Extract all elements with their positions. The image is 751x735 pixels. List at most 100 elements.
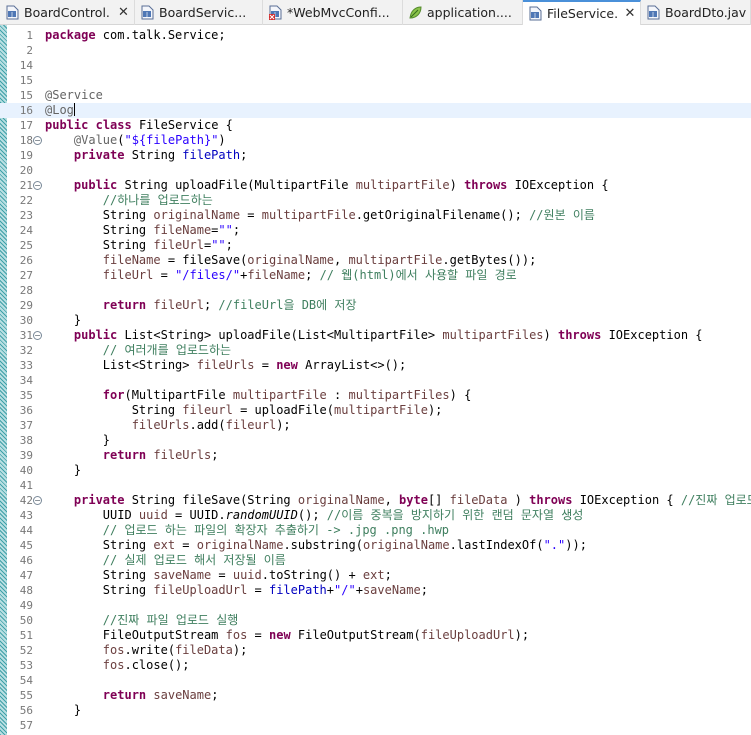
- code-line[interactable]: 42− private String fileSave(String origi…: [0, 493, 751, 508]
- code-token: com.talk.Service;: [95, 28, 226, 42]
- tab-5[interactable]: J FileService.... ✕: [523, 0, 641, 25]
- code-line[interactable]: 23 String originalName = multipartFile.g…: [0, 208, 751, 223]
- properties-leaf-icon: [409, 5, 422, 20]
- code-line[interactable]: 26 fileName = fileSave(originalName, mul…: [0, 253, 751, 268]
- tab-1[interactable]: J BoardControl... ✕: [0, 0, 135, 25]
- code-line[interactable]: 21− public String uploadFile(MultipartFi…: [0, 178, 751, 193]
- code-token: saveName: [362, 583, 421, 597]
- code-line[interactable]: 48 String fileUploadUrl = filePath+"/"+s…: [0, 583, 751, 598]
- code-token: multipartFiles: [348, 388, 450, 402]
- code-line[interactable]: 44 // 업로드 하는 파일의 확장자 추출하기 -> .jpg .png .…: [0, 523, 751, 538]
- code-line[interactable]: 41: [0, 478, 751, 493]
- code-line[interactable]: 45 String ext = originalName.substring(o…: [0, 538, 751, 553]
- code-line[interactable]: 49: [0, 598, 751, 613]
- code-line[interactable]: 37 fileUrls.add(fileurl);: [0, 418, 751, 433]
- code-line[interactable]: 39 return fileUrls;: [0, 448, 751, 463]
- code-line[interactable]: 28: [0, 283, 751, 298]
- fold-collapse-icon[interactable]: −: [33, 136, 42, 145]
- code-line[interactable]: 17 public class FileService {: [0, 118, 751, 133]
- code-token: = uploadFile(: [232, 403, 335, 417]
- code-token: fileUrl: [153, 238, 204, 252]
- code-line[interactable]: 33 List<String> fileUrls = new ArrayList…: [0, 358, 751, 373]
- code-editor[interactable]: 1 package com.talk.Service; 2 14 15 15 @Servic…: [0, 25, 751, 735]
- code-line[interactable]: 27 fileUrl = "/files/"+fileName; // 웹(ht…: [0, 268, 751, 283]
- code-token: //진짜 파일 업로드 실행: [102, 613, 239, 627]
- line-number: 32: [19, 344, 33, 357]
- code-line[interactable]: 18− @Value("${filePath}"): [0, 133, 751, 148]
- fold-collapse-icon[interactable]: −: [33, 331, 42, 340]
- code-token: String: [45, 568, 154, 582]
- code-token: );: [232, 643, 248, 657]
- code-token: =: [254, 358, 277, 372]
- code-line[interactable]: 56 }: [0, 703, 751, 718]
- code-line[interactable]: 36 String fileurl = uploadFile(multipart…: [0, 403, 751, 418]
- code-text: }: [45, 313, 81, 328]
- code-text: return saveName;: [45, 688, 219, 703]
- code-line[interactable]: 57: [0, 718, 751, 733]
- close-icon[interactable]: ✕: [117, 5, 130, 20]
- code-token: ArrayList<>();: [297, 358, 407, 372]
- code-line[interactable]: 43 UUID uuid = UUID.randomUUID(); //이름 중…: [0, 508, 751, 523]
- code-line[interactable]: 47 String saveName = uuid.toString() + e…: [0, 568, 751, 583]
- code-line[interactable]: 32 // 여러개를 업로드하는: [0, 343, 751, 358]
- code-line[interactable]: 46 // 실제 업로드 해서 저장될 이름: [0, 553, 751, 568]
- code-text: fileName = fileSave(originalName, multip…: [45, 253, 537, 268]
- code-line[interactable]: 29 return fileUrl; //fileUrl을 DB에 저장: [0, 298, 751, 313]
- code-line[interactable]: 25 String fileUrl="";: [0, 238, 751, 253]
- code-line[interactable]: 31− public List<String> uploadFile(List<…: [0, 328, 751, 343]
- code-token: fileName: [247, 268, 306, 282]
- code-line[interactable]: 40 }: [0, 463, 751, 478]
- code-token: ".": [543, 538, 566, 552]
- line-number: 23: [19, 209, 33, 222]
- code-line[interactable]: 35 for(MultipartFile multipartFile : mul…: [0, 388, 751, 403]
- code-token: // 웹(html)에서 사용할 파일 경로: [319, 268, 517, 282]
- code-token: .close();: [124, 658, 190, 672]
- code-line[interactable]: 38 }: [0, 433, 751, 448]
- svg-text:J: J: [10, 12, 13, 19]
- code-token: "${filePath}": [124, 133, 219, 147]
- code-line[interactable]: 24 String fileName="";: [0, 223, 751, 238]
- code-token: IOException {: [601, 328, 703, 342]
- code-token: class: [95, 118, 132, 132]
- code-text: String ext = originalName.substring(orig…: [45, 538, 587, 553]
- code-token: byte: [399, 493, 428, 507]
- java-file-icon: J: [141, 5, 154, 20]
- code-token: private: [73, 148, 125, 162]
- tab-2[interactable]: J BoardServic...: [135, 0, 263, 25]
- code-line[interactable]: 54: [0, 673, 751, 688]
- code-token: //원본 이름: [529, 208, 595, 222]
- code-line[interactable]: 15 @Service: [0, 88, 751, 103]
- code-line[interactable]: 2: [0, 43, 751, 58]
- line-number: 47: [19, 569, 33, 582]
- code-token: +: [355, 583, 363, 597]
- fold-collapse-icon[interactable]: −: [33, 181, 42, 190]
- code-line[interactable]: 34: [0, 373, 751, 388]
- code-line[interactable]: 30 }: [0, 313, 751, 328]
- code-line[interactable]: 22 //하나를 업로드하는: [0, 193, 751, 208]
- tab-4[interactable]: application....: [403, 0, 523, 25]
- code-token: public: [45, 118, 89, 132]
- code-line[interactable]: 55 return saveName;: [0, 688, 751, 703]
- tab-6[interactable]: J BoardDto.java: [641, 0, 751, 25]
- code-line[interactable]: 52 fos.write(fileData);: [0, 643, 751, 658]
- code-token: ,: [384, 493, 400, 507]
- code-line[interactable]: 15: [0, 73, 751, 88]
- line-number: 57: [19, 719, 33, 732]
- tab-3[interactable]: J *WebMvcConfi...: [263, 0, 403, 25]
- code-line[interactable]: 1 package com.talk.Service;: [0, 28, 751, 43]
- code-token: List<String>: [45, 358, 197, 372]
- code-line[interactable]: 20: [0, 163, 751, 178]
- code-line[interactable]: 16 @Log: [0, 103, 751, 118]
- code-line[interactable]: 53 fos.close();: [0, 658, 751, 673]
- code-line[interactable]: 51 FileOutputStream fos = new FileOutput…: [0, 628, 751, 643]
- code-line[interactable]: 19 private String filePath;: [0, 148, 751, 163]
- close-icon[interactable]: ✕: [624, 6, 636, 21]
- code-line[interactable]: 50 //진짜 파일 업로드 실행: [0, 613, 751, 628]
- code-line[interactable]: 14: [0, 58, 751, 73]
- fold-collapse-icon[interactable]: −: [33, 496, 42, 505]
- svg-text:J: J: [533, 13, 536, 20]
